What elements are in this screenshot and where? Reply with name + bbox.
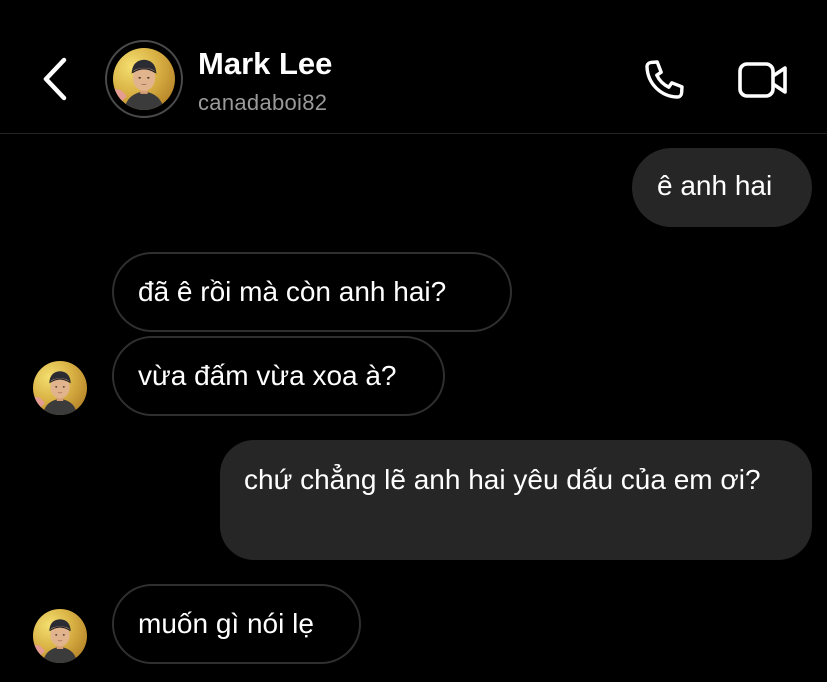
contact-username[interactable]: canadaboi82 [198,90,327,116]
message-bubble-incoming[interactable]: muốn gì nói lẹ [112,584,361,664]
profile-avatar[interactable] [105,40,183,118]
sender-avatar[interactable] [33,609,87,663]
message-bubble-outgoing[interactable]: chứ chẳng lẽ anh hai yêu dấu của em ơi? [220,440,812,560]
avatar-image [113,48,175,110]
voice-call-button[interactable] [638,56,690,104]
message-bubble-incoming[interactable]: vừa đấm vừa xoa à? [112,336,445,416]
message-text: muốn gì nói lẹ [138,608,314,639]
back-button[interactable] [36,54,76,104]
message-text: ê anh hai [657,170,773,201]
message-text: vừa đấm vừa xoa à? [138,360,397,391]
message-text: đã ê rồi mà còn anh hai? [138,276,447,307]
chevron-left-icon [43,57,67,101]
message-text: chứ chẳng lẽ anh hai yêu dấu của em ơi? [244,464,761,495]
chat-header: Mark Lee canadaboi82 [0,0,827,134]
message-bubble-outgoing[interactable]: ê anh hai [632,148,812,227]
video-camera-icon [738,62,787,98]
sender-avatar[interactable] [33,361,87,415]
phone-icon [645,60,684,99]
video-call-button[interactable] [736,56,790,104]
contact-name[interactable]: Mark Lee [198,46,332,82]
message-bubble-incoming[interactable]: đã ê rồi mà còn anh hai? [112,252,512,332]
